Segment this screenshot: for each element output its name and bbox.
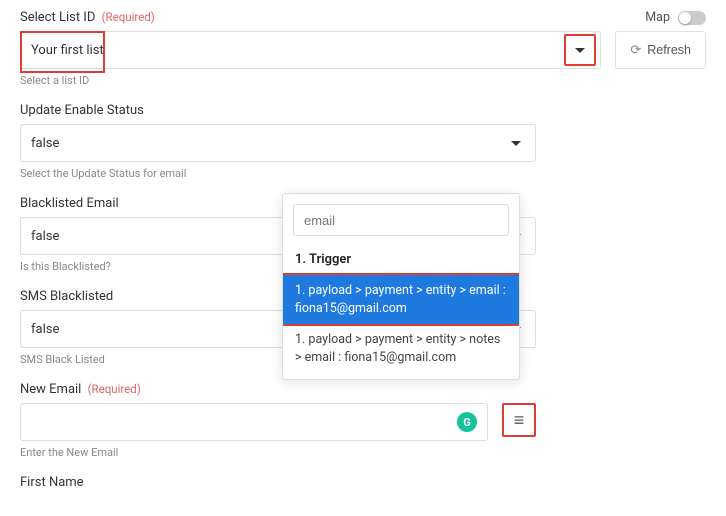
list-id-dropdown-button[interactable]: [564, 34, 596, 66]
label-blacklist-email: Blacklisted Email: [20, 196, 119, 211]
required-tag: (Required): [88, 382, 141, 396]
label-new-email: New Email: [20, 382, 81, 397]
new-email-input-wrap: G: [20, 403, 488, 441]
picker-section-header: 1. Trigger: [283, 246, 519, 275]
picker-item[interactable]: 1. payload > payment > entity > email : …: [283, 275, 519, 324]
update-status-select[interactable]: false: [20, 124, 536, 162]
label-sms-blacklist: SMS Blacklisted: [20, 289, 113, 304]
update-status-value: false: [31, 136, 59, 151]
field-select-list-id: Select List ID (Required) Map Your first…: [20, 10, 706, 87]
picker-search-input[interactable]: [293, 204, 509, 236]
field-picker-popover: 1. Trigger 1. payload > payment > entity…: [282, 193, 520, 380]
field-new-email: New Email (Required) G ≡ Enter the New E…: [20, 382, 536, 459]
list-id-select[interactable]: Your first list: [20, 31, 601, 69]
menu-icon: ≡: [514, 410, 525, 431]
map-toggle-wrap: Map: [645, 10, 706, 25]
blacklist-email-value: false: [31, 229, 59, 244]
required-tag: (Required): [102, 10, 155, 24]
list-id-value: Your first list: [31, 43, 104, 58]
label-update-status: Update Enable Status: [20, 103, 144, 118]
field-first-name: First Name: [20, 475, 706, 490]
helper-update-status: Select the Update Status for email: [20, 167, 536, 180]
chevron-down-icon: [511, 141, 521, 146]
field-header: Select List ID (Required) Map: [20, 10, 706, 25]
label-list-id: Select List ID: [20, 10, 95, 25]
helper-list-id: Select a list ID: [20, 74, 706, 87]
picker-item[interactable]: 1. payload > payment > entity > notes > …: [283, 324, 519, 373]
refresh-icon: ⟳: [630, 42, 641, 58]
label-first-name: First Name: [20, 475, 84, 490]
chevron-down-icon: [575, 48, 585, 53]
new-email-input[interactable]: [31, 404, 449, 440]
field-update-status: Update Enable Status false Select the Up…: [20, 103, 536, 180]
picker-search-wrap: [283, 194, 519, 246]
helper-new-email: Enter the New Email: [20, 446, 536, 459]
refresh-button[interactable]: ⟳ Refresh: [615, 31, 706, 69]
refresh-label: Refresh: [647, 43, 691, 57]
update-status-dropdown-button[interactable]: [503, 130, 529, 156]
grammarly-icon: G: [457, 412, 477, 432]
map-label: Map: [645, 10, 670, 25]
picker-menu-button[interactable]: ≡: [502, 403, 536, 437]
sms-blacklist-value: false: [31, 322, 59, 337]
picker-list[interactable]: 1. Trigger 1. payload > payment > entity…: [283, 246, 519, 379]
map-toggle[interactable]: [678, 11, 706, 25]
